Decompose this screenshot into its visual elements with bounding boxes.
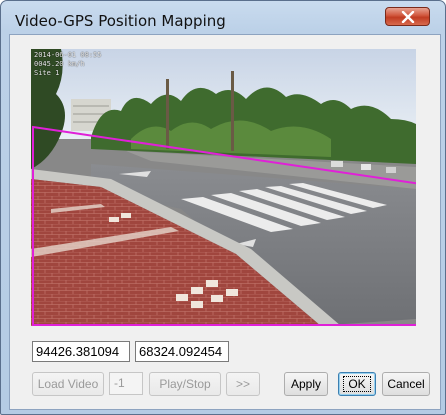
window-title: Video-GPS Position Mapping	[15, 12, 226, 30]
close-icon	[401, 10, 414, 23]
dialog-client-area: 2014-06-01 08:55 0045.20 km/h Site 1 944…	[9, 34, 441, 410]
video-overlay-line-2: 0045.20 km/h	[34, 60, 85, 68]
video-frame[interactable]: 2014-06-01 08:55 0045.20 km/h Site 1	[31, 49, 416, 326]
next-frame-button[interactable]: >>	[226, 372, 260, 396]
street-scene-image	[31, 49, 416, 326]
apply-button[interactable]: Apply	[284, 372, 328, 396]
load-video-button[interactable]: Load Video	[32, 372, 104, 396]
y-coordinate-field[interactable]: 68324.092454	[135, 341, 229, 362]
video-overlay-line-3: Site 1	[34, 69, 60, 77]
frame-number-field[interactable]: -1	[109, 372, 143, 395]
cancel-button[interactable]: Cancel	[382, 372, 430, 396]
close-button[interactable]	[385, 7, 430, 26]
dialog-window: Video-GPS Position Mapping 2014-06-01 08…	[0, 0, 446, 415]
video-overlay-line-1: 2014-06-01 08:55	[34, 51, 102, 59]
play-stop-button[interactable]: Play/Stop	[149, 372, 221, 396]
ok-button-label: OK	[343, 376, 371, 392]
x-coordinate-field[interactable]: 94426.381094	[32, 341, 130, 362]
ok-button[interactable]: OK	[338, 372, 376, 396]
